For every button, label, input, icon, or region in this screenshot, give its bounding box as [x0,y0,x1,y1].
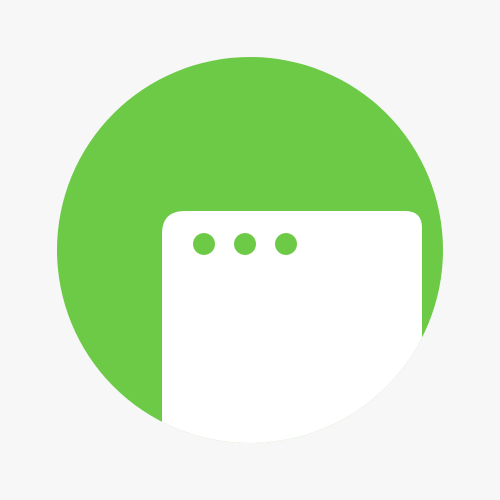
browser-window-icon [57,57,443,443]
window-control-dots [193,233,297,255]
window-dot-1 [193,233,215,255]
window-dot-2 [234,233,256,255]
app-icon-canvas [0,0,500,500]
window-dot-3 [275,233,297,255]
